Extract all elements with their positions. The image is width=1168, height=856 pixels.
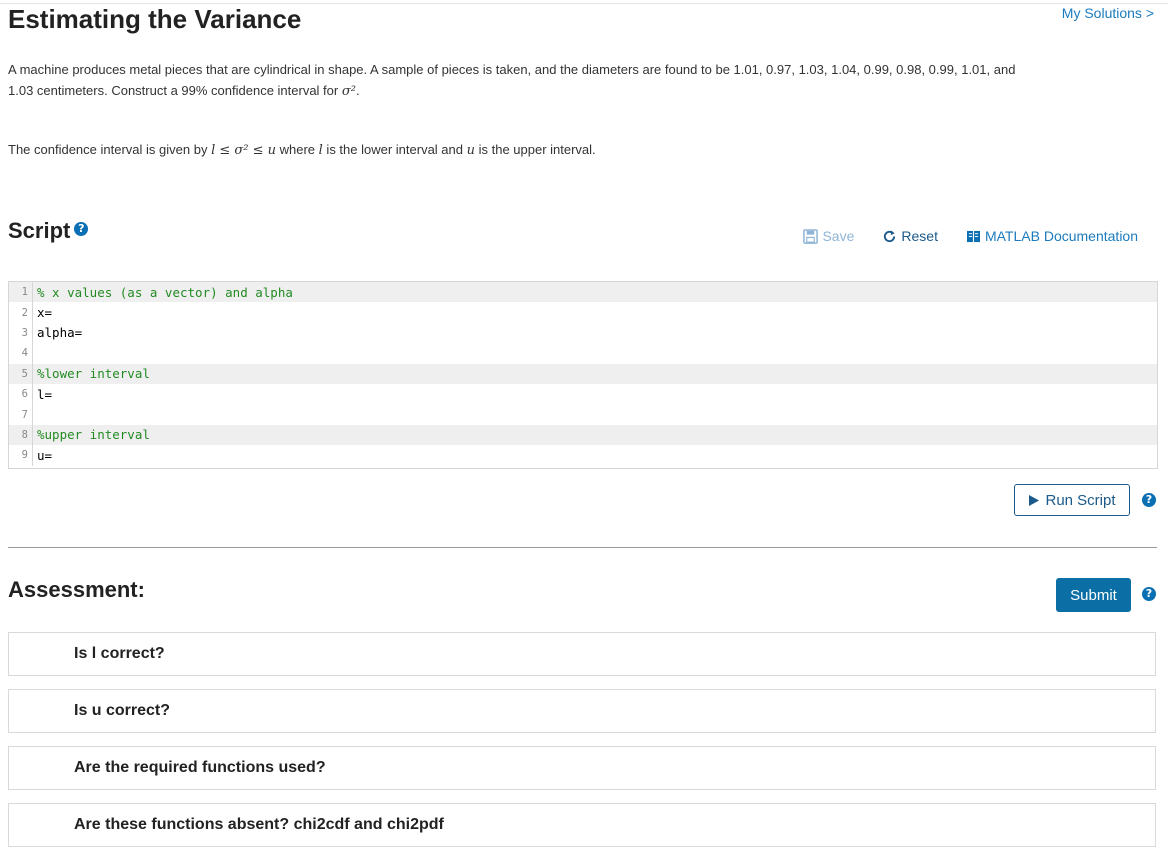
- submit-help-icon[interactable]: ?: [1142, 587, 1156, 601]
- script-help-icon[interactable]: ?: [74, 222, 89, 237]
- assessment-heading: Assessment:: [8, 577, 145, 602]
- code-line[interactable]: 9 u=: [9, 445, 1157, 466]
- test-label: Are the required functions used?: [74, 759, 326, 776]
- code-editor[interactable]: 1% x values (as a vector) and alpha 2 x= 3 a…: [8, 281, 1158, 469]
- code-text: u=: [37, 447, 53, 463]
- ci-suffix: is the upper interval.: [474, 142, 596, 157]
- problem-period: .: [355, 83, 360, 98]
- problem-text-line-1: A machine produces metal pieces that are…: [8, 62, 1016, 77]
- ci-middle: where: [276, 142, 319, 157]
- code-comment: % x values (as a vector) and alpha: [37, 284, 293, 300]
- line-number: 2: [9, 302, 33, 323]
- test-item[interactable]: Is l correct?: [8, 632, 1156, 676]
- save-button[interactable]: Save: [803, 226, 854, 246]
- script-toolbar: Save Reset MATLAB Documentation: [803, 226, 1138, 246]
- submit-button[interactable]: Submit: [1056, 578, 1131, 612]
- test-label: Are these functions absent? chi2cdf and …: [74, 816, 444, 833]
- section-divider: [8, 547, 1157, 548]
- line-number: 5: [9, 363, 33, 384]
- ci-prefix: The confidence interval is given by: [8, 142, 212, 157]
- ci-mid2: is the lower interval and: [322, 142, 467, 157]
- ci-inequality: l ≤ σ² ≤ u: [211, 143, 276, 158]
- code-line[interactable]: 6 l=: [9, 383, 1157, 405]
- code-text: l=: [37, 386, 53, 402]
- code-comment: %upper interval: [37, 427, 150, 443]
- code-text: x=: [37, 305, 53, 321]
- sigma-squared: σ²: [341, 84, 356, 99]
- save-label: Save: [822, 228, 855, 244]
- problem-text-line-2: 1.03 centimeters. Construct a 99% confid…: [8, 83, 342, 98]
- reset-button[interactable]: Reset: [882, 226, 938, 246]
- line-number: 6: [9, 383, 33, 405]
- test-item[interactable]: Are these functions absent? chi2cdf and …: [8, 803, 1156, 847]
- script-heading: Script?: [8, 217, 89, 245]
- code-line[interactable]: 7: [9, 404, 1157, 425]
- code-line[interactable]: 3 alpha=: [9, 322, 1157, 344]
- code-line[interactable]: 8 %upper interval: [9, 424, 1157, 446]
- line-number: 1: [9, 282, 33, 303]
- code-text: alpha=: [37, 325, 83, 341]
- save-icon: [803, 228, 819, 244]
- matlab-documentation-link[interactable]: MATLAB Documentation: [966, 226, 1138, 246]
- code-line[interactable]: 2 x=: [9, 302, 1157, 323]
- code-line[interactable]: 4: [9, 343, 1157, 364]
- line-number: 3: [9, 322, 33, 344]
- line-number: 8: [9, 424, 33, 446]
- script-heading-text: Script: [8, 218, 71, 243]
- line-number: 7: [9, 404, 33, 425]
- book-icon: [966, 230, 980, 242]
- my-solutions-link[interactable]: My Solutions >: [1062, 3, 1154, 23]
- line-number: 4: [9, 343, 33, 364]
- test-item[interactable]: Are the required functions used?: [8, 746, 1156, 790]
- test-label: Is u correct?: [74, 702, 171, 719]
- docs-label: MATLAB Documentation: [984, 228, 1138, 244]
- page-title: Estimating the Variance: [8, 4, 302, 34]
- reset-label: Reset: [901, 228, 938, 244]
- code-comment: %lower interval: [37, 366, 150, 382]
- test-label: Is l correct?: [74, 645, 165, 662]
- code-line[interactable]: 1% x values (as a vector) and alpha: [9, 282, 1157, 303]
- problem-statement: A machine produces metal pieces that are…: [8, 59, 1118, 102]
- run-help-icon[interactable]: ?: [1142, 493, 1156, 507]
- run-script-label: Run Script: [1045, 491, 1116, 509]
- line-number: 9: [9, 445, 33, 466]
- run-script-button[interactable]: Run Script: [1014, 484, 1130, 516]
- test-item[interactable]: Is u correct?: [8, 689, 1156, 733]
- reset-icon: [884, 229, 896, 242]
- ci-u-symbol: u: [466, 143, 475, 158]
- play-icon: [1029, 494, 1040, 506]
- code-line[interactable]: 5 %lower interval: [9, 363, 1157, 384]
- confidence-interval-description: The confidence interval is given by l ≤ …: [8, 139, 596, 161]
